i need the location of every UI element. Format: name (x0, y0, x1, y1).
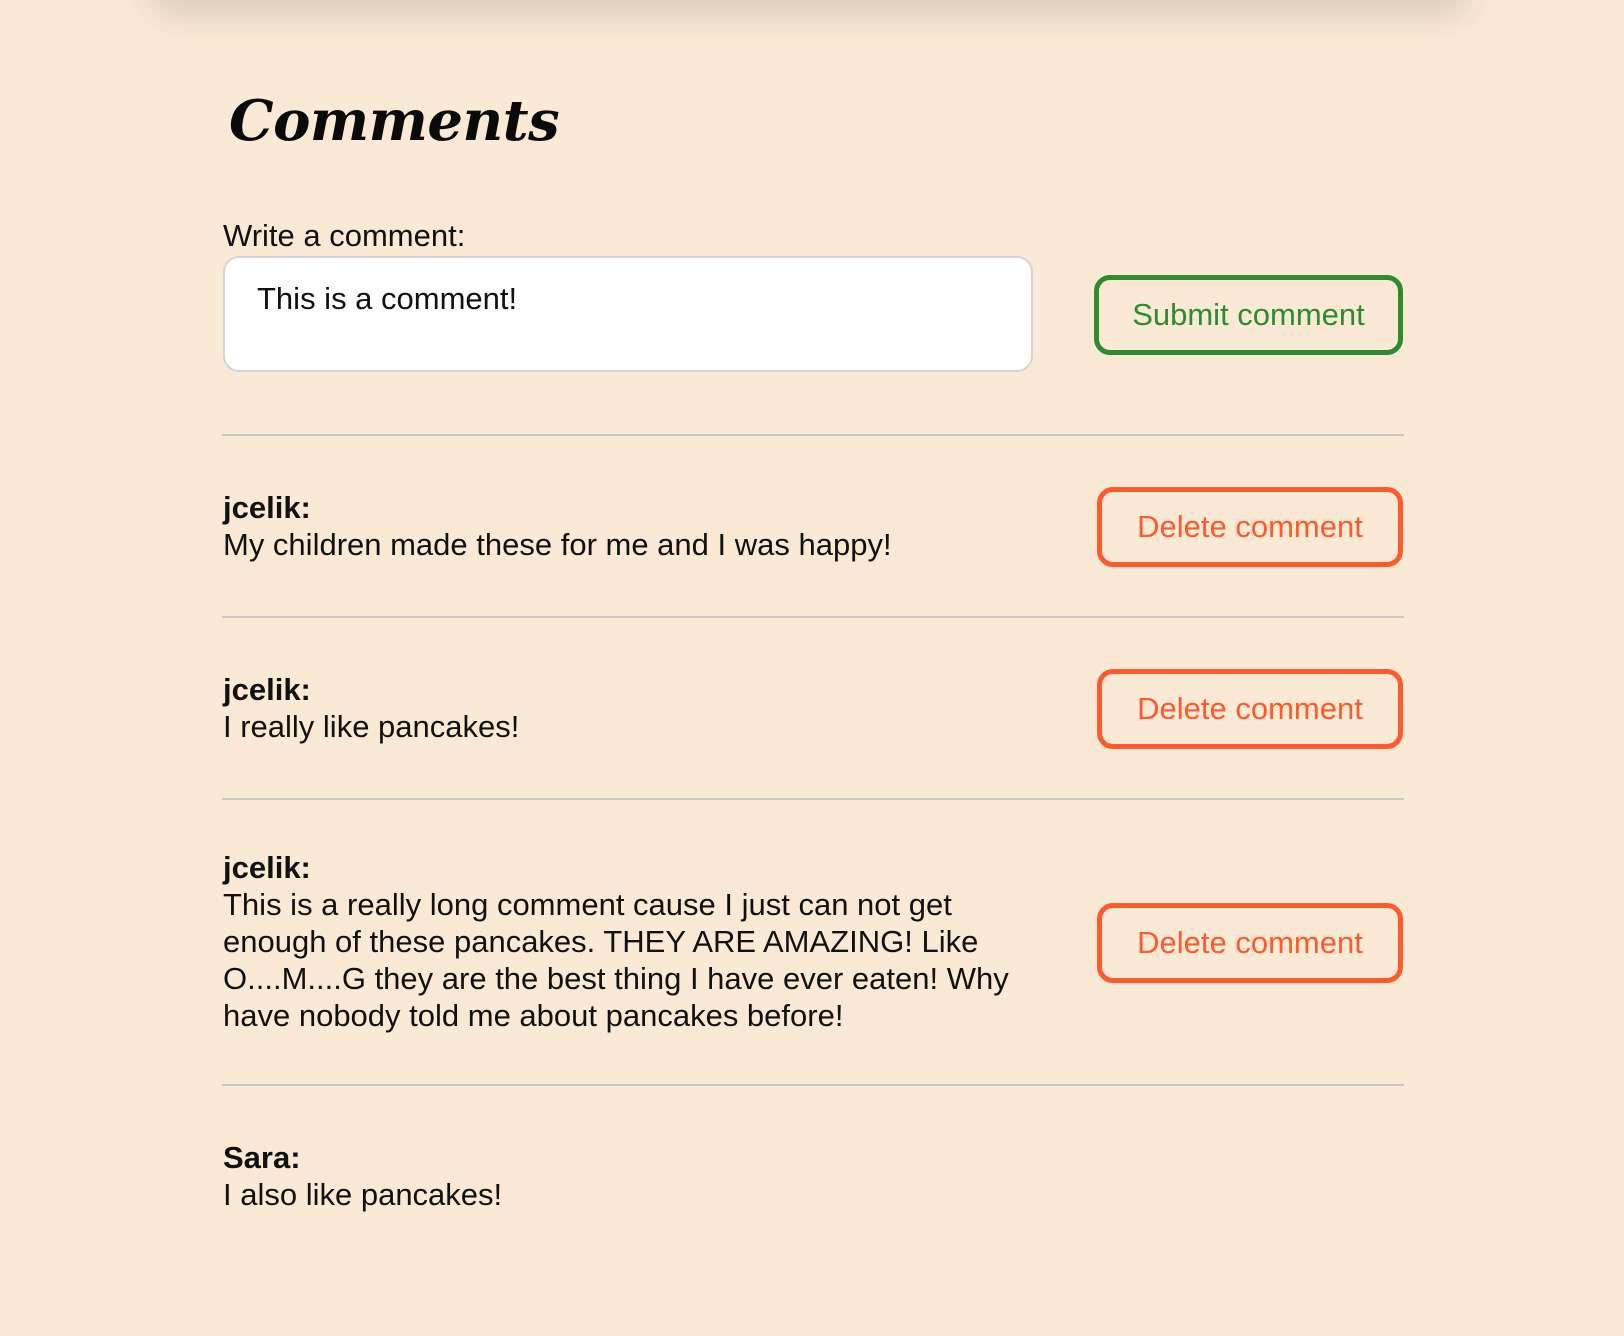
comment-field-label: Write a comment: (223, 218, 466, 253)
comment-author: jcelik: (223, 672, 311, 707)
divider (222, 616, 1404, 618)
comment-author: jcelik: (223, 490, 311, 525)
comment-author: jcelik: (223, 850, 311, 885)
comment-text: My children made these for me and I was … (223, 527, 892, 562)
comment-text: I also like pancakes! (223, 1177, 503, 1212)
comment-input[interactable] (223, 256, 1033, 372)
divider (222, 798, 1404, 800)
comment-author: Sara: (223, 1140, 301, 1175)
comment-text: I really like pancakes! (223, 709, 520, 744)
submit-comment-button[interactable]: Submit comment (1094, 275, 1403, 355)
page-title: Comments (229, 88, 560, 154)
divider (222, 1084, 1404, 1086)
delete-comment-button[interactable]: Delete comment (1097, 487, 1403, 567)
comment-text: This is a really long comment cause I ju… (223, 887, 1009, 1033)
delete-comment-button[interactable]: Delete comment (1097, 669, 1403, 749)
divider (222, 434, 1404, 436)
delete-comment-button[interactable]: Delete comment (1097, 903, 1403, 983)
